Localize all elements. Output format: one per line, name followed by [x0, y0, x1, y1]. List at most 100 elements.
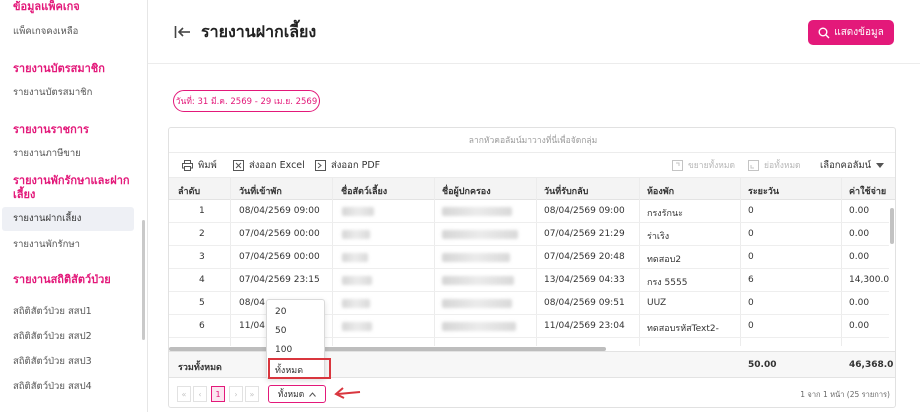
cell-no: 3 [199, 252, 205, 262]
cell-no: 5 [199, 298, 205, 308]
choose-columns-button[interactable]: เลือกคอลัมน์ [820, 158, 885, 173]
cell-days: 0 [748, 252, 754, 262]
table-header: ลำดับ วันที่เข้าพัก ชื่อสัตว์เลี้ยง ชื่อ… [169, 177, 895, 200]
col-header-days[interactable]: ระยะวัน [748, 184, 779, 198]
redacted-pet-name [342, 253, 368, 262]
cell-checkin: 08/04 [239, 298, 265, 308]
choose-columns-label: เลือกคอลัมน์ [820, 160, 872, 171]
cell-checkin: 11/04 [239, 321, 265, 331]
redacted-owner-name [442, 207, 512, 216]
cell-no: 6 [199, 321, 205, 331]
app-root: ข้อมูลแพ็คเกจ แพ็คเกจคงเหลือ รายงานบัตรส… [0, 0, 920, 412]
sidebar-item-stats-3[interactable]: สถิติสัตว์ป่วย สสป3 [13, 356, 92, 368]
printer-icon [182, 160, 193, 171]
cell-checkin: 07/04/2569 00:00 [239, 229, 320, 239]
col-header-room[interactable]: ห้องพัก [647, 184, 674, 198]
collapse-all-label: ย่อทั้งหมด [764, 161, 801, 171]
sidebar-item-stats-1[interactable]: สถิติสัตว์ป่วย สสป1 [13, 306, 92, 318]
sidebar-item-sales-tax[interactable]: รายงานภาษีขาย [13, 148, 81, 160]
cell-room: ร่าเริง [647, 232, 670, 242]
export-pdf-button[interactable]: ส่งออก PDF [315, 158, 380, 173]
cell-no: 4 [199, 275, 205, 285]
print-button[interactable]: พิมพ์ [182, 158, 217, 173]
page-size-select[interactable]: ทั้งหมด [268, 385, 326, 403]
col-header-cost[interactable]: ค่าใช้จ่าย [849, 184, 886, 198]
show-data-button[interactable]: แสดงข้อมูล [808, 20, 894, 45]
cell-cost: 0.00 [849, 298, 870, 308]
prev-page-button[interactable]: ‹ [193, 386, 207, 402]
date-range-chip[interactable]: วันที่: 31 มี.ค. 2569 - 29 เม.ย. 2569 [173, 90, 320, 112]
show-data-label: แสดงข้อมูล [834, 27, 884, 38]
grid-toolbar: พิมพ์ ส่งออก Excel ส่งออก PDF ขยายทั้งหม… [169, 153, 895, 177]
sidebar-section-membership: รายงานบัตรสมาชิก [13, 62, 105, 75]
cell-cost: 14,300.00 [849, 275, 889, 285]
sidebar-item-membership-report[interactable]: รายงานบัตรสมาชิก [13, 87, 92, 99]
sidebar-item-stats-4[interactable]: สถิติสัตว์ป่วย สสป4 [13, 381, 92, 393]
redacted-owner-name [442, 322, 516, 331]
page-size-option-100[interactable]: 100 [275, 345, 292, 355]
col-header-no[interactable]: ลำดับ [178, 184, 200, 198]
sidebar: ข้อมูลแพ็คเกจ แพ็คเกจคงเหลือ รายงานบัตรส… [0, 0, 148, 412]
group-panel[interactable]: ลากหัวคอลัมน์มาวางที่นี่เพื่อจัดกลุ่ม [169, 128, 895, 153]
table-row[interactable]: 1 08/04/2569 09:00 08/04/2569 09:00 กรงร… [169, 200, 889, 223]
table-row[interactable]: 3 07/04/2569 00:00 07/04/2569 20:48 ทดสอ… [169, 246, 889, 269]
pager: « ‹ 1 › » ทั้งหมด 1 จาก 1 หน้า (25 รายกา… [169, 378, 895, 407]
page-title: รายงานฝากเลี้ยง [201, 22, 317, 41]
redacted-pet-name [342, 207, 374, 216]
sidebar-item-hospital-stay[interactable]: รายงานพักรักษา [13, 239, 80, 251]
pdf-icon [315, 160, 326, 171]
sidebar-item-package-remaining[interactable]: แพ็คเกจคงเหลือ [13, 26, 78, 38]
cell-days: 0 [748, 229, 754, 239]
print-label: พิมพ์ [198, 160, 217, 171]
collapse-all-button[interactable]: ย่อทั้งหมด [748, 158, 801, 172]
cell-days: 0 [748, 321, 754, 331]
export-pdf-label: ส่งออก PDF [331, 160, 381, 171]
export-excel-button[interactable]: ส่งออก Excel [233, 158, 305, 173]
cell-days: 0 [748, 298, 754, 308]
last-page-button[interactable]: » [245, 386, 259, 402]
redacted-owner-name [442, 253, 510, 262]
first-page-button[interactable]: « [177, 386, 191, 402]
caret-down-icon [876, 162, 885, 168]
sidebar-item-boarding-report[interactable]: รายงานฝากเลี้ยง [2, 207, 134, 231]
col-header-checkin[interactable]: วันที่เข้าพัก [239, 184, 282, 198]
col-header-checkout[interactable]: วันที่รับกลับ [544, 184, 588, 198]
cell-cost: 0.00 [849, 252, 870, 262]
cell-checkin: 08/04/2569 09:00 [239, 206, 320, 216]
cell-checkout: 08/04/2569 09:00 [544, 206, 625, 216]
arrow-annotation-icon [334, 387, 361, 399]
cell-checkout: 07/04/2569 20:48 [544, 252, 625, 262]
cell-cost: 0.00 [849, 206, 870, 216]
page-size-value: ทั้งหมด [277, 390, 305, 400]
sidebar-item-stats-2[interactable]: สถิติสัตว์ป่วย สสป2 [13, 331, 92, 343]
page-number-current[interactable]: 1 [211, 386, 225, 402]
chevron-up-icon [309, 391, 317, 397]
sidebar-section-boarding: รายงานพักรักษาและฝากเลี้ยง [13, 174, 130, 201]
page-size-option-50[interactable]: 50 [275, 326, 286, 336]
page-info: 1 จาก 1 หน้า (25 รายการ) [800, 390, 890, 399]
cell-room: กรงรักนะ [647, 209, 683, 219]
sidebar-section-package: ข้อมูลแพ็คเกจ [13, 0, 80, 13]
vertical-scrollbar[interactable] [890, 208, 894, 244]
cell-cost: 0.00 [849, 229, 870, 239]
cell-checkout: 07/04/2569 21:29 [544, 229, 625, 239]
cell-days: 0 [748, 206, 754, 216]
expand-icon [672, 159, 683, 171]
redacted-pet-name [342, 299, 370, 308]
col-header-pet-name[interactable]: ชื่อสัตว์เลี้ยง [341, 184, 387, 198]
redacted-pet-name [342, 276, 372, 285]
next-page-button[interactable]: › [229, 386, 243, 402]
cell-room: กรง 5555 [647, 278, 688, 288]
excel-icon [233, 160, 244, 171]
sidebar-section-government: รายงานราชการ [13, 123, 89, 136]
table-row[interactable]: 4 07/04/2569 23:15 13/04/2569 04:33 กรง … [169, 269, 889, 292]
collapse-icon [748, 159, 759, 171]
page-size-option-20[interactable]: 20 [275, 307, 286, 317]
cell-cost: 0.00 [849, 321, 870, 331]
sidebar-scrollbar[interactable] [142, 220, 145, 340]
collapse-left-icon[interactable] [174, 24, 192, 40]
expand-all-button[interactable]: ขยายทั้งหมด [672, 158, 735, 172]
cell-no: 1 [199, 206, 205, 216]
table-row[interactable]: 2 07/04/2569 00:00 07/04/2569 21:29 ร่าเ… [169, 223, 889, 246]
col-header-owner[interactable]: ชื่อผู้ปกครอง [442, 184, 491, 198]
